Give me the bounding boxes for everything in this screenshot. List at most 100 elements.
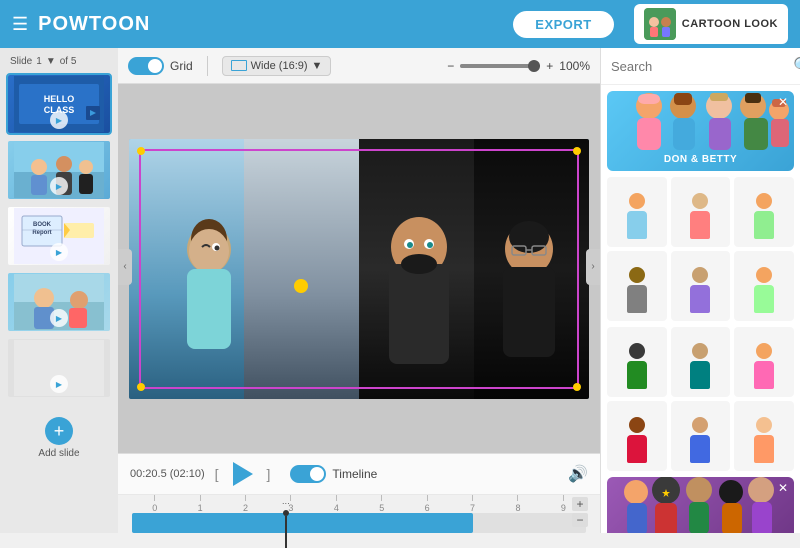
slide-thumbnail-5[interactable]: ▶ xyxy=(6,337,112,399)
collapse-right-arrow[interactable]: › xyxy=(586,249,600,285)
slide-thumbnail-1[interactable]: HELLO CLASS ▶ xyxy=(6,73,112,135)
timeline-toggle-group: Timeline xyxy=(290,465,377,483)
char-item-2[interactable] xyxy=(671,177,731,247)
photo-person-1 xyxy=(129,139,244,399)
don-betty-chars xyxy=(607,91,794,153)
ruler-ticks: 0 1 2 3 4 5 6 7 8 9 xyxy=(130,495,588,513)
logo: POWTOON xyxy=(38,13,150,36)
export-button[interactable]: EXPORT xyxy=(513,11,613,38)
aspect-icon xyxy=(231,60,247,71)
search-icon[interactable]: 🔍 xyxy=(793,56,800,76)
grid-toggle[interactable] xyxy=(128,57,164,75)
bracket-close[interactable]: ] xyxy=(267,466,271,482)
slide-play-icon-5: ▶ xyxy=(50,375,68,393)
slide-thumbnail-2[interactable]: ▶ xyxy=(6,139,112,201)
aspect-label: Wide (16:9) xyxy=(251,60,308,72)
timeline-playhead[interactable]: ··· xyxy=(282,499,290,548)
main-canvas[interactable] xyxy=(129,139,589,399)
tick-5: 5 xyxy=(359,495,404,513)
mini-char-5 xyxy=(688,267,712,317)
slide-play-icon-4: ▶ xyxy=(50,309,68,327)
char-item-8[interactable] xyxy=(671,327,731,397)
tick-6: 6 xyxy=(404,495,449,513)
char-item-11[interactable] xyxy=(671,401,731,471)
canvas-wrapper xyxy=(118,84,600,453)
mini-char-9 xyxy=(752,343,776,393)
playback-bar: 00:20.5 (02:10) [ ] Timeline 🔊 xyxy=(118,454,600,495)
char-item-10[interactable] xyxy=(607,401,667,471)
tick-0: 0 xyxy=(132,495,177,513)
featured-don-betty[interactable]: ✕ xyxy=(607,91,794,171)
mini-char-10 xyxy=(625,417,649,467)
play-button[interactable] xyxy=(229,460,257,488)
close-heroes[interactable]: ✕ xyxy=(778,481,788,495)
add-slide-label: Add slide xyxy=(38,448,79,459)
slide-chevron[interactable]: ▼ xyxy=(46,56,56,67)
char-item-5[interactable] xyxy=(671,251,731,321)
mini-char-8 xyxy=(688,343,712,393)
char-item-9[interactable] xyxy=(734,327,794,397)
volume-icon[interactable]: 🔊 xyxy=(568,464,588,484)
timeline-fill xyxy=(132,513,473,533)
heroes-chars xyxy=(607,477,794,533)
tick-4: 4 xyxy=(314,495,359,513)
close-don-betty[interactable]: ✕ xyxy=(778,95,788,109)
slide-play-icon-3: ▶ xyxy=(50,243,68,261)
char-item-7[interactable] xyxy=(607,327,667,397)
slide-thumbnail-4[interactable]: ▶ xyxy=(6,271,112,333)
chars-row-1 xyxy=(607,177,794,321)
marker-label: ··· xyxy=(282,499,290,508)
svg-text:Report: Report xyxy=(32,230,51,236)
timeline-zoom-in[interactable]: + xyxy=(572,497,588,511)
zoom-slider[interactable] xyxy=(460,64,540,68)
canvas-toolbar: Grid Wide (16:9) ▼ − + 100% xyxy=(118,48,600,84)
cartoon-look-panel[interactable]: CARTOON LOOK xyxy=(634,4,788,44)
aspect-chevron: ▼ xyxy=(312,60,323,72)
characters-grid: ✕ xyxy=(601,85,800,533)
aspect-ratio-button[interactable]: Wide (16:9) ▼ xyxy=(222,56,332,76)
timeline-toggle-switch[interactable] xyxy=(290,465,326,483)
chars-row-2 xyxy=(607,327,794,471)
collapse-left-arrow[interactable]: ‹ xyxy=(118,249,132,285)
menu-icon[interactable]: ☰ xyxy=(12,14,28,35)
add-slide-button[interactable]: + Add slide xyxy=(6,409,112,467)
mini-char-2 xyxy=(688,193,712,243)
main-area: Slide 1 ▼ of 5 HELLO CLASS ▶ xyxy=(0,48,800,533)
bracket-open[interactable]: [ xyxy=(215,466,219,482)
slide-total: of 5 xyxy=(60,56,77,67)
mini-char-11 xyxy=(688,417,712,467)
mini-char-4 xyxy=(625,267,649,317)
zoom-control: − + 100% xyxy=(447,59,590,73)
char-item-1[interactable] xyxy=(607,177,667,247)
zoom-handle xyxy=(528,60,540,72)
mini-char-3 xyxy=(752,193,776,243)
add-slide-icon: + xyxy=(45,417,73,445)
featured-heroes-at-work[interactable]: ✕ xyxy=(607,477,794,533)
slide-play-icon-2: ▶ xyxy=(50,177,68,195)
svg-text:HELLO: HELLO xyxy=(44,94,75,104)
timeline-panel: 00:20.5 (02:10) [ ] Timeline 🔊 0 1 2 xyxy=(118,453,600,533)
char-item-4[interactable] xyxy=(607,251,667,321)
tick-3: 3 xyxy=(268,495,313,513)
slide-thumbnail-3[interactable]: BOOK Report ▶ xyxy=(6,205,112,267)
zoom-minus[interactable]: − xyxy=(447,59,454,73)
photo-person-2 xyxy=(244,139,359,399)
timeline-zoom-controls: + − xyxy=(572,497,588,527)
char-item-12[interactable] xyxy=(734,401,794,471)
search-input[interactable] xyxy=(611,59,787,74)
photo-person-3 xyxy=(359,139,474,399)
char-item-6[interactable] xyxy=(734,251,794,321)
grid-label: Grid xyxy=(170,59,193,73)
slide-nav: Slide 1 ▼ of 5 xyxy=(6,54,112,69)
search-bar: 🔍 xyxy=(601,48,800,85)
time-display: 00:20.5 (02:10) xyxy=(130,468,205,480)
char-item-3[interactable] xyxy=(734,177,794,247)
play-triangle xyxy=(233,462,253,486)
timeline-track[interactable]: ··· xyxy=(132,513,586,533)
zoom-plus[interactable]: + xyxy=(546,59,553,73)
right-panel: 🔍 ✕ xyxy=(600,48,800,533)
canvas-area: Grid Wide (16:9) ▼ − + 100% xyxy=(118,48,600,533)
timeline-zoom-out[interactable]: − xyxy=(572,513,588,527)
yellow-anchor-dot[interactable] xyxy=(294,279,308,293)
don-betty-label: DON & BETTY xyxy=(607,154,794,165)
